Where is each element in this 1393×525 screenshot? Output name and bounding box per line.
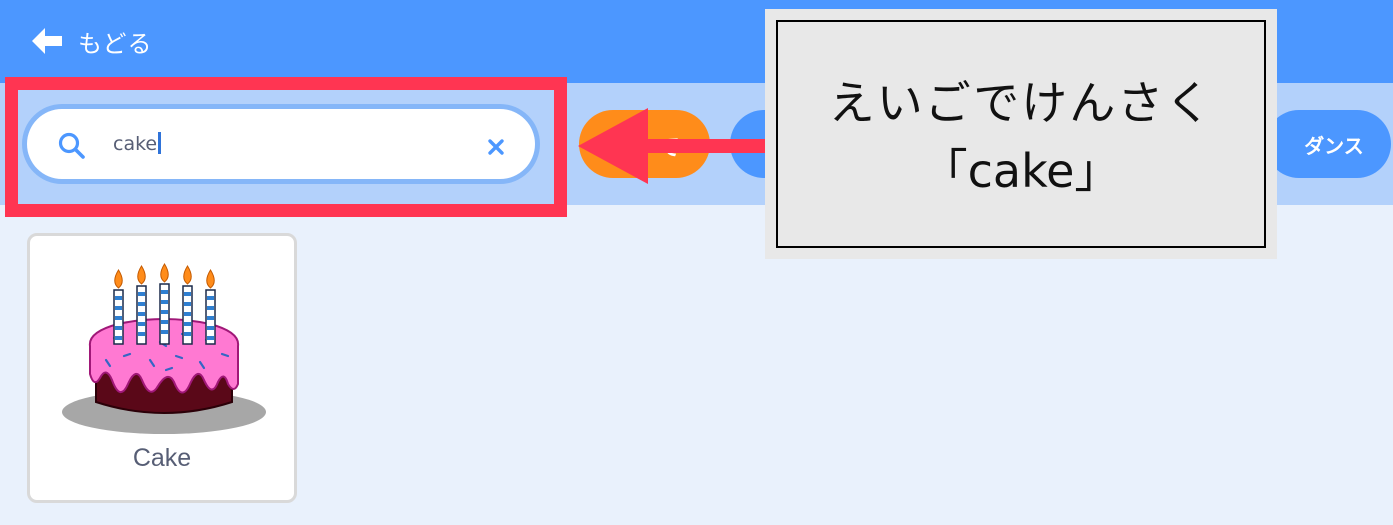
annotation-text-line2: 「cake」 (921, 144, 1121, 198)
annotation-frame: えいごでけんさく 「cake」 (776, 20, 1266, 248)
arrow-left-icon (32, 28, 62, 54)
sprite-card-cake[interactable]: Cake (27, 233, 297, 503)
annotation-text-line1: えいごでけんさく (828, 76, 1214, 130)
sprite-card-label: Cake (132, 444, 192, 472)
search-highlight-box (5, 77, 567, 217)
annotation-arrow (578, 108, 772, 184)
back-button[interactable]: もどる (30, 24, 153, 58)
back-label: もどる (78, 29, 153, 58)
annotation-callout: えいごでけんさく 「cake」 (765, 9, 1277, 259)
cake-thumbnail (62, 263, 266, 434)
tag-dance-button[interactable]: ダンス (1265, 110, 1391, 178)
